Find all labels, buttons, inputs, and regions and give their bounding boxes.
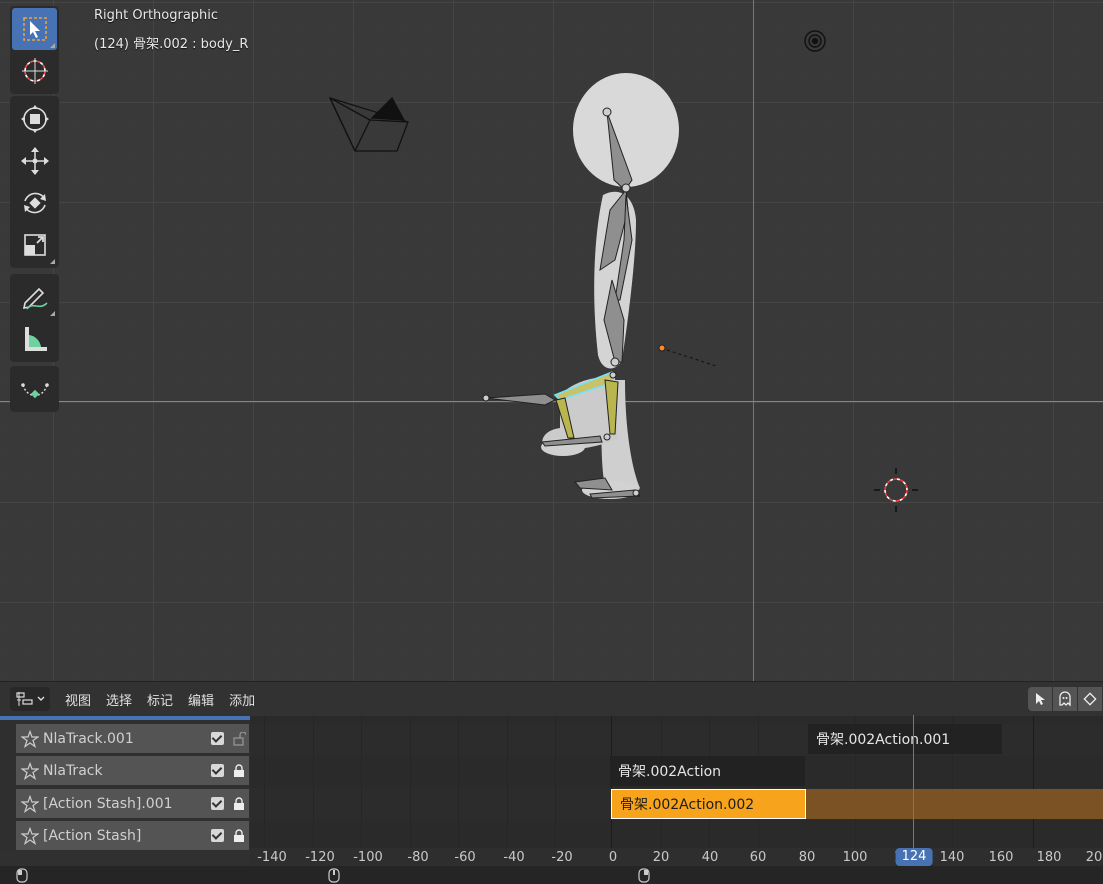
nla-channel-list: NlaTrack.001 NlaTrack [Action Stash].001… [0, 716, 250, 852]
roll-icon[interactable] [12, 368, 57, 410]
ik-target [658, 344, 717, 367]
tick-label: 0 [608, 850, 618, 865]
rotate-icon[interactable] [12, 182, 57, 224]
timeline-ruler[interactable]: -140 -120 -100 -80 -60 -40 -20 0 20 40 6… [250, 848, 1103, 866]
tick-label: -120 [305, 850, 335, 865]
pointer-icon [1036, 693, 1045, 705]
star-icon[interactable] [18, 824, 42, 848]
star-icon[interactable] [18, 792, 42, 816]
view-name-label: Right Orthographic [94, 8, 219, 23]
keyframe-filter-icon [1083, 692, 1097, 706]
header-right-controls [1028, 687, 1103, 711]
mute-checkbox[interactable] [211, 732, 224, 745]
camera-object [328, 96, 409, 152]
tick-label: 100 [842, 850, 868, 865]
show-hidden-button[interactable] [1053, 687, 1078, 711]
track-nlatrack-001[interactable]: NlaTrack.001 [16, 724, 249, 753]
light-object [804, 30, 826, 52]
track-row [250, 820, 1103, 850]
nla-editor: 视图 选择 标记 编辑 添加 NlaTrack.001 NlaTrack [Ac… [0, 681, 1103, 884]
tick-label: 140 [939, 850, 965, 865]
select-box-icon[interactable] [12, 8, 57, 50]
menu-add[interactable]: 添加 [229, 688, 255, 711]
strip-action-002-active[interactable]: 骨架.002Action.002 [611, 789, 806, 819]
menu-marker[interactable]: 标记 [147, 688, 173, 711]
track-label: NlaTrack.001 [43, 730, 134, 747]
toolbar-annotate-group [10, 274, 59, 362]
ghost-icon [1059, 691, 1071, 707]
menu-view[interactable]: 视图 [65, 688, 91, 711]
channel-list-highlight [0, 716, 250, 720]
scene-canvas [328, 30, 918, 512]
strip-hold-extension [805, 789, 1103, 819]
tick-label: 80 [798, 850, 816, 865]
playhead-line[interactable] [913, 715, 914, 850]
star-icon[interactable] [18, 759, 42, 783]
tick-label: 160 [988, 850, 1014, 865]
chevron-down-icon [37, 696, 44, 701]
toolbar-select-group [10, 6, 59, 94]
unlock-icon[interactable] [232, 731, 246, 746]
track-label: [Action Stash] [43, 827, 142, 844]
strip-action-001[interactable]: 骨架.002Action.001 [808, 724, 1002, 754]
track-label: [Action Stash].001 [43, 795, 173, 812]
track-action-stash-001[interactable]: [Action Stash].001 [16, 789, 249, 818]
only-selected-button[interactable] [1028, 687, 1053, 711]
tick-label: -60 [454, 850, 476, 865]
move-icon[interactable] [12, 140, 57, 182]
tick-label: 20 [652, 850, 670, 865]
lock-icon[interactable] [232, 796, 246, 811]
3d-cursor [874, 468, 918, 512]
star-icon[interactable] [18, 727, 42, 751]
menu-select[interactable]: 选择 [106, 688, 132, 711]
editor-type-dropdown[interactable] [10, 687, 50, 711]
mute-checkbox[interactable] [211, 829, 224, 842]
mute-checkbox[interactable] [211, 764, 224, 777]
track-nlatrack[interactable]: NlaTrack [16, 756, 249, 785]
track-action-stash[interactable]: [Action Stash] [16, 821, 249, 850]
filters-button[interactable] [1078, 687, 1103, 711]
cursor-icon[interactable] [12, 50, 57, 92]
tick-label: -40 [503, 850, 525, 865]
tick-label: -100 [353, 850, 383, 865]
scale-icon[interactable] [12, 224, 57, 266]
mouse-right-icon [638, 868, 650, 883]
mouse-middle-icon [328, 868, 340, 883]
annotate-icon[interactable] [12, 276, 57, 318]
nla-strips-area[interactable]: 骨架.002Action.001 骨架.002Action 骨架.002Acti… [250, 716, 1103, 850]
tick-label: 20 [1085, 850, 1103, 865]
object-info-label: (124) 骨架.002 : body_R [94, 37, 249, 52]
measure-icon[interactable] [12, 318, 57, 360]
status-bar [0, 866, 1103, 884]
menu-edit[interactable]: 编辑 [188, 688, 214, 711]
tick-label: 60 [749, 850, 767, 865]
tick-label: 180 [1036, 850, 1062, 865]
toolbar-transform-group [10, 96, 59, 268]
lock-icon[interactable] [232, 763, 246, 778]
tick-label: -80 [407, 850, 429, 865]
mouse-left-icon [16, 868, 28, 883]
tick-label: -20 [551, 850, 573, 865]
nla-header: 视图 选择 标记 编辑 添加 [0, 682, 1103, 716]
transform-icon[interactable] [12, 98, 57, 140]
toolbar-roll-group [10, 366, 59, 412]
nla-editor-icon [15, 692, 33, 706]
lock-icon[interactable] [232, 828, 246, 843]
tick-label: -140 [257, 850, 287, 865]
tick-label: 40 [701, 850, 719, 865]
3d-viewport[interactable]: Right Orthographic (124) 骨架.002 : body_R [0, 0, 1103, 681]
current-frame-indicator[interactable]: 124 [895, 848, 933, 866]
track-label: NlaTrack [43, 762, 103, 779]
strip-action[interactable]: 骨架.002Action [610, 756, 805, 786]
mute-checkbox[interactable] [211, 797, 224, 810]
